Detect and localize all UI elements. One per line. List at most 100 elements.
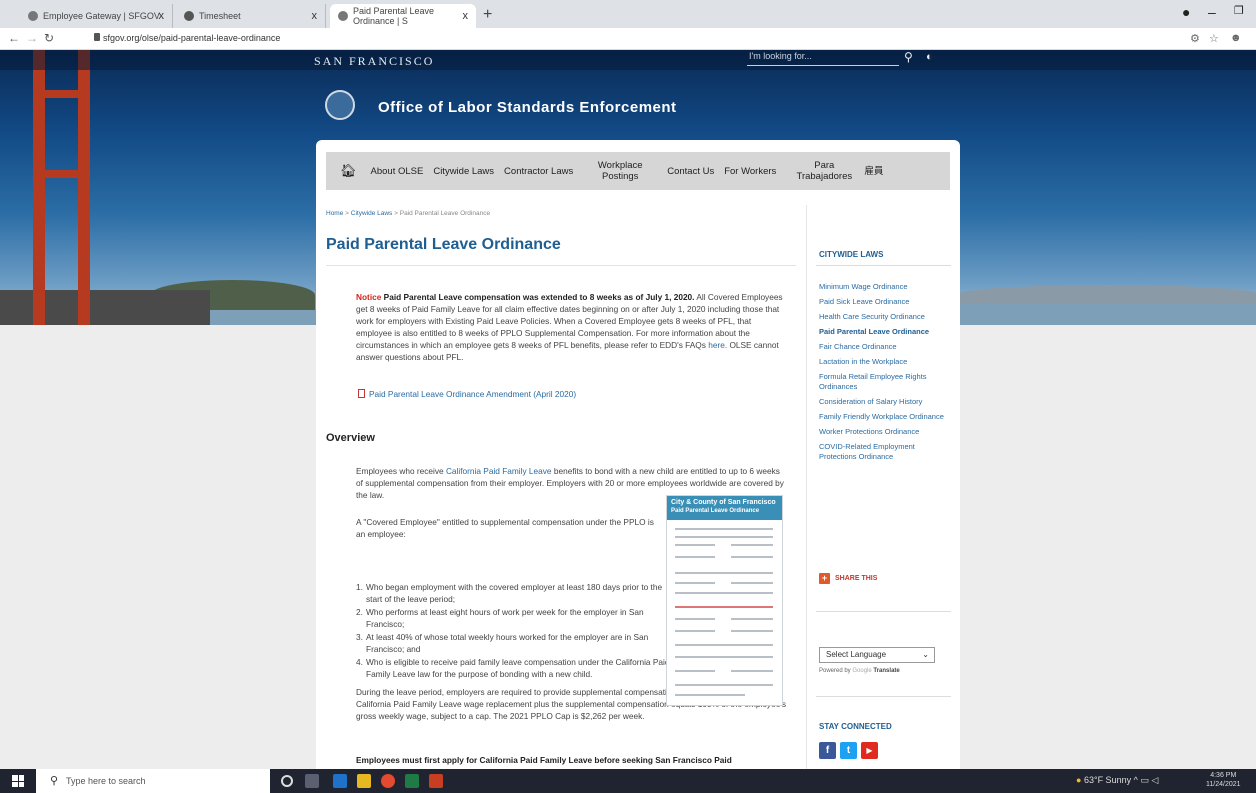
bridge-tower-beam-image	[33, 90, 90, 98]
account-icon[interactable]: ☻	[1230, 32, 1242, 44]
task-view-icon[interactable]	[305, 774, 319, 788]
content-panel: 🏠︎ About OLSE Citywide Laws Contractor L…	[316, 140, 960, 770]
youtube-icon[interactable]: ▶	[861, 742, 878, 759]
nav-workplace-postings[interactable]: Workplace Postings	[595, 160, 645, 182]
new-tab-button[interactable]: +	[483, 6, 492, 24]
san-francisco-logo-text[interactable]: SAN FRANCISCO	[314, 54, 434, 69]
sidebar-item-health-care-security[interactable]: Health Care Security Ordinance	[819, 312, 949, 322]
outlook-icon[interactable]	[333, 774, 347, 788]
sidebar-item-formula-retail[interactable]: Formula Retail Employee Rights Ordinance…	[819, 372, 949, 392]
divider	[816, 696, 951, 697]
search-icon: ⚲	[50, 775, 59, 787]
volume-icon[interactable]: ◁	[1151, 775, 1158, 785]
poster-text-line	[675, 536, 773, 538]
plus-icon: +	[819, 573, 830, 584]
tab-timesheet[interactable]: Timesheet x	[176, 4, 326, 28]
sidebar-item-paid-sick-leave[interactable]: Paid Sick Leave Ordinance	[819, 297, 949, 307]
site-search-input[interactable]: I'm looking for...	[747, 51, 899, 66]
facebook-icon[interactable]: f	[819, 742, 836, 759]
stay-connected-heading: STAY CONNECTED	[819, 722, 892, 731]
bridge-tower-beam-image	[33, 170, 90, 178]
sfgov-favicon-icon	[28, 11, 38, 21]
amendment-link[interactable]: Paid Parental Leave Ordinance Amendment …	[369, 389, 576, 399]
poster-text-line	[675, 670, 715, 672]
weather-sun-icon: ●	[1076, 775, 1082, 785]
sidebar-item-worker-protections[interactable]: Worker Protections Ordinance	[819, 427, 949, 437]
taskbar-search-input[interactable]: Type here to search	[36, 769, 270, 793]
close-tab-icon[interactable]: x	[463, 10, 469, 22]
minimize-window-icon[interactable]: –	[1208, 4, 1216, 20]
distant-hills-image	[960, 285, 1256, 303]
divider	[806, 205, 807, 770]
sidebar-item-paid-parental-leave[interactable]: Paid Parental Leave Ordinance	[819, 327, 949, 337]
pplo-poster-image[interactable]: City & County of San Francisco Paid Pare…	[666, 495, 783, 706]
poster-text-line	[731, 618, 773, 620]
breadcrumb-citywide-laws[interactable]: Citywide Laws	[351, 210, 393, 217]
breadcrumb-home[interactable]: Home	[326, 210, 343, 217]
sidebar-item-lactation[interactable]: Lactation in the Workplace	[819, 357, 949, 367]
translate-globe-icon[interactable]: ◐	[926, 51, 933, 63]
excel-icon[interactable]	[405, 774, 419, 788]
windows-taskbar: Type here to search ⚲ ● 63°F Sunny ^ ▭ ◁…	[0, 769, 1256, 793]
chrome-icon[interactable]	[381, 774, 395, 788]
sidebar-item-salary-history[interactable]: Consideration of Salary History	[819, 397, 949, 407]
divider	[816, 265, 951, 266]
twitter-icon[interactable]: t	[840, 742, 857, 759]
network-icon[interactable]: ▭	[1140, 775, 1149, 785]
notice-headline: Paid Parental Leave compensation was ext…	[383, 292, 695, 302]
windows-start-icon[interactable]	[12, 775, 24, 787]
poster-text-line	[675, 544, 715, 546]
nav-para-trabajadores[interactable]: Para Trabajadores	[796, 160, 853, 182]
main-navigation: 🏠︎ About OLSE Citywide Laws Contractor L…	[326, 152, 950, 190]
sidebar-item-minimum-wage[interactable]: Minimum Wage Ordinance	[819, 282, 949, 292]
close-tab-icon[interactable]: x	[159, 10, 165, 22]
poster-text-line	[731, 556, 773, 558]
nav-about-olse[interactable]: About OLSE	[371, 166, 424, 177]
site-title[interactable]: Office of Labor Standards Enforcement	[378, 99, 677, 116]
extensions-icon[interactable]: ⚙	[1190, 32, 1200, 45]
restore-window-icon[interactable]: ❐	[1234, 4, 1244, 17]
file-explorer-icon[interactable]	[357, 774, 371, 788]
browser-tab-strip: Employee Gateway | SFGOV x Timesheet x P…	[0, 0, 1256, 28]
taskbar-clock[interactable]: 4:36 PM 11/24/2021	[1206, 771, 1241, 789]
apply-first-notice: Employees must first apply for Californi…	[356, 755, 732, 765]
nav-contact-us[interactable]: Contact Us	[667, 166, 714, 177]
california-pfl-link[interactable]: California Paid Family Leave	[446, 466, 552, 476]
nav-chinese-workers[interactable]: 雇員	[864, 166, 883, 177]
cortana-icon[interactable]	[281, 775, 293, 787]
browser-toolbar: ← → ↻ sfgov.org/olse/paid-parental-leave…	[0, 28, 1256, 50]
poster-header: City & County of San Francisco Paid Pare…	[667, 496, 782, 520]
edd-faq-link[interactable]: here	[708, 340, 725, 350]
translate-link[interactable]: Translate	[873, 668, 899, 674]
tab-employee-gateway[interactable]: Employee Gateway | SFGOV x	[20, 4, 173, 28]
sidebar-item-family-friendly[interactable]: Family Friendly Workplace Ordinance	[819, 412, 949, 422]
divider	[816, 611, 951, 612]
sidebar-item-fair-chance[interactable]: Fair Chance Ordinance	[819, 342, 949, 352]
profile-icon[interactable]: ●	[1182, 4, 1190, 20]
forward-arrow-icon[interactable]: →	[26, 31, 38, 45]
home-icon[interactable]: 🏠︎	[340, 163, 357, 179]
weather-readout[interactable]: 63°F Sunny	[1084, 775, 1131, 785]
sidebar-item-covid-protections[interactable]: COVID-Related Employment Protections Ord…	[819, 442, 949, 462]
back-arrow-icon[interactable]: ←	[8, 31, 20, 45]
share-this-button[interactable]: + SHARE THIS	[819, 573, 877, 584]
poster-text-line	[731, 630, 773, 632]
poster-text-line	[675, 694, 745, 696]
powerpoint-icon[interactable]	[429, 774, 443, 788]
tray-chevron-up-icon[interactable]: ^	[1134, 775, 1138, 785]
close-tab-icon[interactable]: x	[312, 10, 318, 22]
bridge-road-image	[0, 290, 210, 325]
nav-contractor-laws[interactable]: Contractor Laws	[504, 166, 573, 177]
address-bar[interactable]: sfgov.org/olse/paid-parental-leave-ordin…	[103, 33, 280, 43]
nav-for-workers[interactable]: For Workers	[724, 166, 776, 177]
language-select[interactable]: Select Language ⌄	[819, 647, 935, 663]
nav-citywide-laws[interactable]: Citywide Laws	[433, 166, 494, 177]
reload-icon[interactable]: ↻	[44, 31, 54, 45]
tab-paid-parental-leave[interactable]: Paid Parental Leave Ordinance | S x	[330, 4, 476, 28]
citywide-laws-menu: Minimum Wage Ordinance Paid Sick Leave O…	[819, 282, 949, 467]
lock-icon[interactable]	[94, 33, 100, 41]
search-icon[interactable]: ⚲	[904, 50, 913, 64]
overview-heading: Overview	[326, 432, 375, 444]
list-item: 1. Who began employment with the covered …	[356, 582, 663, 604]
bookmark-star-icon[interactable]: ☆	[1209, 32, 1219, 45]
